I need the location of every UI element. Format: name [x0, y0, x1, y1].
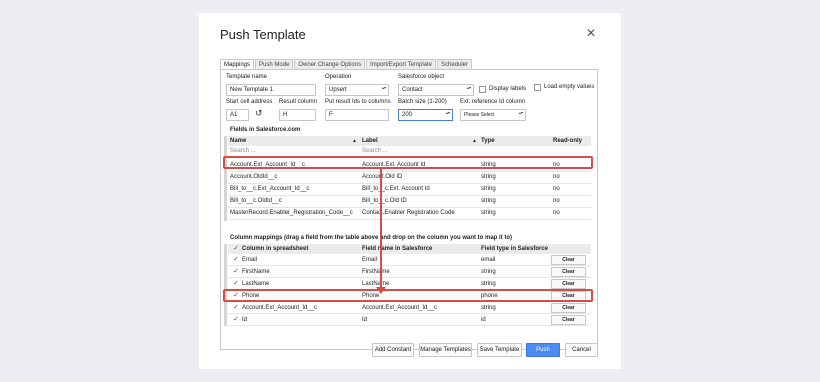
table-row[interactable]: Bill_to__c.Ext_Account_Id__c Bill_to__c.…: [228, 184, 591, 196]
salesforce-object-label: Salesforce object: [398, 74, 445, 80]
check-icon[interactable]: ✓: [233, 314, 239, 326]
header-type: Type: [481, 138, 495, 144]
clear-button[interactable]: Clear: [551, 303, 586, 313]
mapping-type: id: [481, 317, 486, 323]
field-label: Account.Old ID: [362, 174, 403, 180]
table-row[interactable]: Account.OldId__c Account.Old ID string n…: [228, 172, 591, 184]
clear-button[interactable]: Clear: [551, 279, 586, 289]
mapping-column: FirstName: [242, 269, 270, 275]
highlight-target-row: [223, 289, 593, 302]
manage-templates-button[interactable]: Manage Templates: [419, 343, 472, 357]
mapping-column: Account.Ext_Account_Id__c: [242, 305, 318, 311]
mapping-field: Email: [362, 257, 378, 263]
field-readonly: no: [553, 174, 560, 180]
display-labels-label: Display labels: [489, 86, 527, 92]
template-name-input[interactable]: New Template 1: [226, 84, 316, 96]
mappings-scrollbar[interactable]: [224, 244, 227, 326]
check-icon[interactable]: ✓: [233, 266, 239, 278]
drag-arrow-line: [380, 169, 382, 291]
field-readonly: no: [553, 186, 560, 192]
ext-reference-select[interactable]: Please Select: [460, 109, 526, 121]
field-name: Bill_to__c.Ext_Account_Id__c: [230, 186, 310, 192]
push-button[interactable]: Push: [526, 343, 560, 357]
table-row[interactable]: Bill_to__c.OldId__c Bill_to__c.Old ID st…: [228, 196, 591, 208]
field-label: Bill_to__c.Ext. Account Id: [362, 186, 430, 192]
put-result-ids-input[interactable]: F: [325, 109, 389, 121]
mapping-column: Email: [242, 257, 258, 263]
mappings-panel: Template name New Template 1 Operation U…: [220, 69, 598, 350]
refresh-icon[interactable]: ↺: [255, 108, 263, 119]
load-empty-values-label: Load empty values: [544, 84, 595, 90]
start-cell-input[interactable]: A1: [226, 109, 249, 121]
field-readonly: no: [553, 198, 560, 204]
start-cell-label: Start cell address: [226, 99, 273, 105]
field-name: MasterRecord.Enabler_Registration_Code__…: [230, 210, 353, 216]
header-column: Column in spreadsheet: [242, 246, 309, 252]
header-readonly: Read-only: [553, 138, 583, 144]
field-type: string: [481, 174, 496, 180]
fields-scrollbar[interactable]: [224, 136, 227, 221]
header-label: Label: [362, 138, 378, 144]
field-type: string: [481, 198, 496, 204]
field-type: string: [481, 186, 496, 192]
drag-arrow-head-icon: [376, 287, 386, 294]
save-template-button[interactable]: Save Template: [477, 343, 522, 357]
check-icon[interactable]: ✓: [233, 254, 239, 266]
mapping-type: string: [481, 269, 496, 275]
mapping-type: string: [481, 305, 496, 311]
ext-reference-label: Ext. reference Id column: [460, 99, 526, 105]
fields-table: Name ▲ Label ▲ Type Read-only Search ...…: [228, 136, 591, 220]
put-result-ids-label: Put result Ids to columns: [325, 99, 391, 105]
clear-button[interactable]: Clear: [551, 255, 586, 265]
table-row[interactable]: MasterRecord.Enabler_Registration_Code__…: [228, 208, 591, 220]
clear-button[interactable]: Clear: [551, 267, 586, 277]
sort-icon[interactable]: ▲: [472, 136, 477, 146]
template-name-label: Template name: [226, 74, 268, 80]
sort-icon[interactable]: ▲: [352, 136, 357, 146]
result-column-label: Result column: [279, 99, 318, 105]
clear-button[interactable]: Clear: [551, 315, 586, 325]
operation-select[interactable]: Upsert: [325, 84, 389, 96]
header-field-type: Field type in Salesforce: [481, 246, 549, 252]
field-type: string: [481, 210, 496, 216]
mapping-row[interactable]: ✓ Email Email email Clear: [228, 254, 591, 266]
add-constant-button[interactable]: Add Constant: [372, 343, 414, 357]
field-readonly: no: [553, 210, 560, 216]
batch-size-label: Batch size (1-200): [398, 99, 447, 105]
batch-size-input[interactable]: 200: [398, 109, 453, 121]
field-name: Account.OldId__c: [230, 174, 278, 180]
mapping-column: Id: [242, 317, 248, 323]
mapping-row[interactable]: ✓ Id Id id Clear: [228, 314, 591, 326]
result-column-input[interactable]: H: [279, 109, 316, 121]
dialog-title: Push Template: [220, 27, 306, 42]
header-name: Name: [230, 138, 247, 144]
operation-label: Operation: [325, 74, 352, 80]
name-search-input[interactable]: Search ...: [230, 146, 256, 156]
mapping-row[interactable]: ✓ FirstName FirstName string Clear: [228, 266, 591, 278]
close-icon[interactable]: ✕: [585, 27, 597, 39]
field-label: Bill_to__c.Old ID: [362, 198, 407, 204]
display-labels-checkbox[interactable]: [479, 86, 486, 93]
highlight-source-row: [223, 156, 593, 169]
load-empty-values-checkbox[interactable]: [534, 84, 541, 91]
push-template-dialog: Push Template ✕ Mappings Push Mode Owner…: [199, 13, 621, 369]
mapping-type: email: [481, 257, 496, 263]
mappings-table-header: ✓ Column in spreadsheet Field name in Sa…: [228, 244, 591, 254]
salesforce-object-select[interactable]: Contact: [398, 84, 474, 96]
mappings-table: ✓ Column in spreadsheet Field name in Sa…: [228, 244, 591, 326]
mapping-row[interactable]: ✓ Account.Ext_Account_Id__c Account.Ext_…: [228, 302, 591, 314]
field-name: Bill_to__c.OldId__c: [230, 198, 282, 204]
check-icon: ✓: [233, 245, 239, 252]
check-icon[interactable]: ✓: [233, 302, 239, 314]
fields-table-header: Name ▲ Label ▲ Type Read-only: [228, 136, 591, 146]
fields-section-title: Fields in Salesforce.com: [230, 127, 301, 133]
mapping-field: Id: [362, 317, 368, 323]
field-label: Contact.Enabler Registration Code: [362, 210, 455, 216]
label-search-input[interactable]: Search ...: [362, 146, 388, 156]
mapping-field: Account.Ext_Account_Id__c: [362, 305, 438, 311]
mapping-field: FirstName: [362, 269, 390, 275]
mappings-section-title: Column mappings (drag a field from the t…: [230, 235, 513, 241]
header-field-name: Field name in Salesforce: [362, 246, 433, 252]
cancel-button[interactable]: Cancel: [565, 343, 598, 357]
